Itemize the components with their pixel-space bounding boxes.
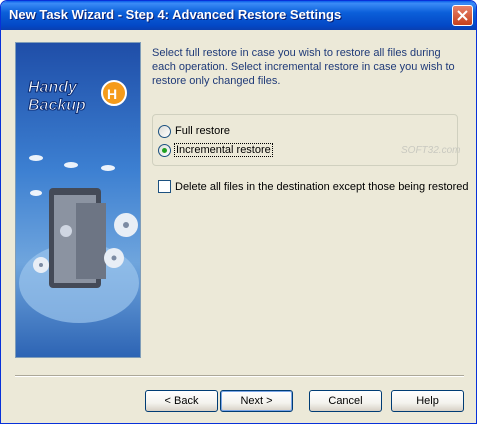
full-restore-option[interactable]: Full restore [158, 123, 230, 139]
next-button[interactable]: Next > [220, 390, 293, 412]
full-restore-radio[interactable] [158, 124, 171, 138]
button-separator [15, 375, 464, 377]
restore-mode-group [152, 114, 458, 166]
cancel-button[interactable]: Cancel [309, 390, 382, 412]
disc-decoration [19, 155, 139, 323]
full-restore-label[interactable]: Full restore [175, 125, 230, 137]
incremental-restore-radio[interactable] [158, 143, 171, 157]
delete-files-checkbox[interactable] [158, 180, 171, 193]
delete-files-label[interactable]: Delete all files in the destination exce… [175, 181, 469, 193]
step-description: Select full restore in case you wish to … [152, 47, 455, 87]
close-button[interactable] [452, 5, 473, 26]
incremental-restore-option[interactable]: Incremental restore [158, 142, 273, 158]
help-button[interactable]: Help [391, 390, 464, 412]
wizard-banner-image: Handy Backup H [15, 42, 141, 358]
incremental-restore-label[interactable]: Incremental restore [174, 143, 273, 157]
back-button[interactable]: < Back [145, 390, 218, 412]
watermark: SOFT32.com [401, 145, 461, 156]
wizard-window: New Task Wizard - Step 4: Advanced Resto… [0, 0, 477, 424]
close-icon [457, 10, 468, 21]
delete-files-option[interactable]: Delete all files in the destination exce… [158, 180, 469, 193]
title-bar[interactable]: New Task Wizard - Step 4: Advanced Resto… [1, 1, 476, 30]
window-title: New Task Wizard - Step 4: Advanced Resto… [9, 7, 342, 22]
